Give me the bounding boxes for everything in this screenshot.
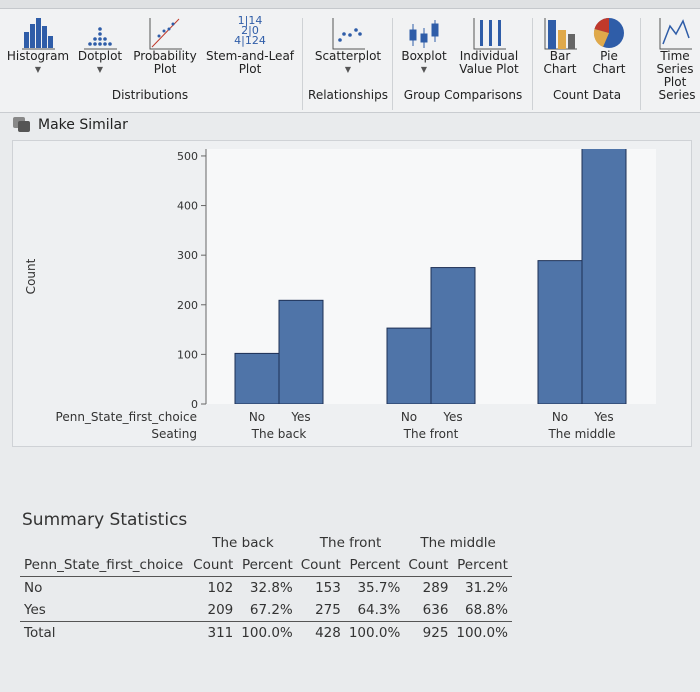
y-tick-label: 200: [177, 299, 198, 312]
time-series-plot-button[interactable]: Time Series Plot: [644, 12, 700, 89]
group-label-count-data: Count Data: [552, 88, 622, 102]
y-tick-label: 300: [177, 249, 198, 262]
x-group-label: The front: [403, 427, 459, 441]
summary-title: Summary Statistics: [22, 510, 188, 530]
boxplot-icon: [398, 12, 450, 50]
make-similar-button[interactable]: Make Similar: [12, 116, 128, 134]
x-group-label: The middle: [547, 427, 615, 441]
bar-the-middle-no: [537, 260, 583, 404]
bar-chart: 0100200300400500CountPenn_State_first_ch…: [24, 149, 656, 441]
bar-the-middle-yes: [581, 149, 627, 404]
y-tick-label: 500: [177, 150, 198, 163]
divider: [532, 18, 533, 110]
group-label-series: Series: [658, 88, 696, 102]
table-row: Yes 209 67.2% 275 64.3% 636 68.8%: [20, 599, 512, 622]
dotplot-icon: [74, 12, 126, 50]
histogram-icon: [4, 12, 72, 50]
table-row: Total 311 100.0% 428 100.0% 925 100.0%: [24, 625, 508, 641]
scatterplot-button[interactable]: Scatterplot ▼: [310, 12, 386, 76]
individual-value-plot-button[interactable]: Individual Value Plot: [452, 12, 526, 76]
probability-plot-icon: [130, 12, 200, 50]
x-category-label: No: [401, 410, 417, 424]
group-label-distributions: Distributions: [111, 88, 189, 102]
x-row-label: Penn_State_first_choice: [56, 410, 197, 424]
dotplot-button[interactable]: Dotplot ▼: [74, 12, 126, 76]
probability-plot-button[interactable]: Probability Plot: [130, 12, 200, 76]
pie-chart-icon: [584, 12, 634, 50]
pie-chart-button[interactable]: Pie Chart: [584, 12, 634, 76]
bar-the-front-yes: [430, 267, 476, 404]
x-category-label: No: [249, 410, 265, 424]
bar-chart-button[interactable]: Bar Chart: [536, 12, 584, 76]
divider: [640, 18, 641, 110]
divider: [302, 18, 303, 110]
histogram-button[interactable]: Histogram ▼: [4, 12, 72, 76]
bar-the-back-no: [234, 352, 280, 404]
summary-table: The back The front The middle Penn_State…: [20, 532, 512, 644]
x-row-label: Seating: [151, 427, 197, 441]
group-header-row: The back The front The middle: [212, 535, 496, 551]
x-category-label: Yes: [593, 410, 613, 424]
ribbon: Histogram ▼ Dotplot ▼ Probability Plot 1|1…: [0, 0, 700, 113]
divider: [392, 18, 393, 110]
y-tick-label: 100: [177, 348, 198, 361]
scatterplot-icon: [310, 12, 386, 50]
chart-panel: 0 100 200 300 400 500 Count Penn_State_first_ch…: [12, 140, 692, 447]
x-category-label: Yes: [290, 410, 310, 424]
y-tick-label: 400: [177, 200, 198, 213]
x-group-label: The back: [251, 427, 307, 441]
column-header-row: Penn_State_first_choice Count Percent Cou…: [20, 554, 512, 577]
group-label-group-comparisons: Group Comparisons: [403, 88, 523, 102]
y-axis-label: Count: [24, 258, 38, 294]
time-series-icon: [644, 12, 700, 50]
individual-value-plot-icon: [452, 12, 526, 50]
bar-chart-icon: [536, 12, 584, 50]
stem-leaf-icon: 1|14 2|0 4|124: [234, 14, 266, 47]
bar-the-back-yes: [278, 299, 324, 404]
table-row: No 102 32.8% 153 35.7% 289 31.2%: [24, 580, 508, 596]
stem-and-leaf-button[interactable]: 1|14 2|0 4|124 Stem-and-Leaf Plot: [204, 12, 296, 76]
x-category-label: No: [552, 410, 568, 424]
boxplot-button[interactable]: Boxplot ▼: [398, 12, 450, 76]
group-label-relationships: Relationships: [308, 88, 388, 102]
bar-the-front-no: [386, 327, 432, 404]
ribbon-top-bar: [0, 0, 700, 9]
make-similar-icon: [13, 117, 30, 132]
x-category-label: Yes: [442, 410, 462, 424]
